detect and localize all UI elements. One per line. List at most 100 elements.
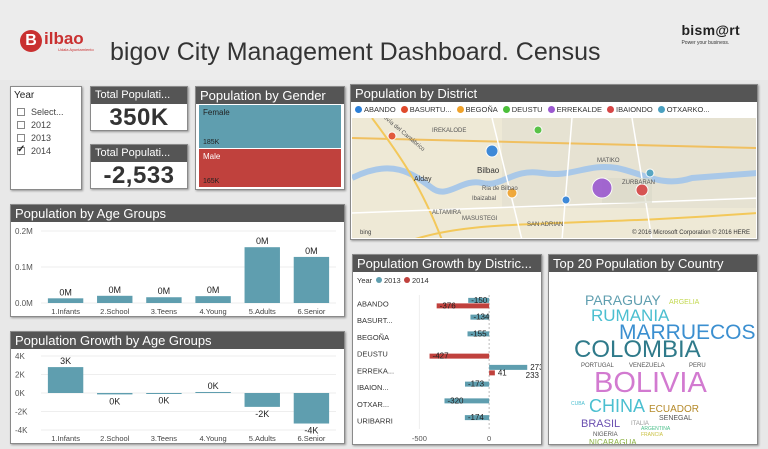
year-option-2012[interactable]: 2012 [17,118,81,131]
bar[interactable] [97,295,133,303]
legend-dot-icon [456,106,464,113]
map-legend-item[interactable]: BASURTU... [400,105,452,114]
kpi-total-growth[interactable]: Total Populati... -2,533 [90,144,188,189]
bar-data-label: 0M [59,287,72,297]
map-label-ria: Ria de Bilbao [482,186,518,192]
gender-male-block[interactable]: Male 165K [199,149,341,187]
year-slicer-title: Year [14,90,35,101]
age-growth-plot: 4K 2K 0K -2K -4K 3K 1.Infants 0K 2.School 0K 3.Tee… [15,352,336,443]
legend-dot-icon [657,106,665,113]
checkbox-icon [17,133,25,142]
brand-name: bism@rt [681,22,740,38]
bar[interactable] [244,247,280,303]
legend-dot-icon [502,106,510,113]
kpi-total-population[interactable]: Total Populati... 350K [90,86,188,131]
bar-data-label: 0K [109,396,120,406]
bar-data-label: -427 [433,352,450,361]
y-category-label: ABANDO [357,299,389,308]
map-legend-item[interactable]: ERREKALDE [547,105,602,114]
gender-female-block[interactable]: Female 185K [199,105,341,148]
bar[interactable] [195,296,231,303]
title-sub: Census [515,38,601,66]
kpi-total-population-title: Total Populati... [91,87,187,104]
x-tick-label: 5.Adults [249,307,276,316]
country-word[interactable]: BRASIL [581,418,620,430]
country-word[interactable]: NICARAGUA [589,438,637,445]
legend-series-label[interactable]: 2013 [384,276,401,285]
country-word[interactable]: FRANCIA [641,432,664,438]
bar[interactable] [244,393,280,407]
district-bubble[interactable] [387,131,397,141]
male-value: 165K [203,178,220,185]
legend-series-label[interactable]: 2014 [412,276,429,285]
district-bubble[interactable] [561,195,571,205]
legend-title: Year [357,276,373,285]
district-growth-title: Population Growth by Distric... [353,255,541,272]
map-legend-item[interactable]: BEGOÑA [456,105,498,114]
district-bubble[interactable] [533,125,543,135]
year-option-2013[interactable]: 2013 [17,131,81,144]
country-word[interactable]: CHINA [589,396,645,416]
year-option-select[interactable]: Select... [17,105,81,118]
x-tick-label: 6.Senior [297,307,325,316]
bar-data-label: -173 [468,380,485,389]
district-bubble[interactable] [645,168,655,178]
district-bubble[interactable] [485,144,499,158]
map-label-san-adrian: SAN ADRIAN [527,222,564,228]
legend-dot-icon [547,106,555,113]
dashboard-header: B ilbao Udala Ayuntamiento bigov City Ma… [0,0,768,80]
map-legend-item[interactable]: IBAIONDO [607,105,653,114]
kpi-total-growth-title: Total Populati... [91,145,187,162]
y-category-label: DEUSTU [357,350,388,359]
bar[interactable] [489,370,495,376]
map-copyright: © 2016 Microsoft Corporation © 2016 HERE [632,230,750,236]
country-word[interactable]: CUBA [571,401,586,407]
bar[interactable] [293,256,330,303]
y-category-label: OTXAR... [357,400,389,409]
female-value: 185K [203,139,220,146]
map-label-ibaizabal: Ibaizabal [472,196,497,202]
bar[interactable] [146,393,182,394]
bar[interactable] [47,367,84,393]
checkbox-icon [17,107,25,116]
year-option-2014[interactable]: 2014 [17,144,81,157]
bar[interactable] [146,297,182,303]
y-category-label: BASURT... [357,316,393,325]
age-groups-chart: Population by Age Groups 0.2M 0.1M 0.0M 0M 1… [10,204,345,317]
y-tick-label: 4K [15,352,25,361]
map-label-irekalode: IREKALODE [432,128,467,134]
country-word[interactable]: ECUADOR [649,404,699,415]
map-legend-item[interactable]: ABANDO [355,105,396,114]
bar-data-label: -150 [471,296,488,305]
logo-name: ilbao [44,29,84,48]
bar-data-label: -320 [447,396,464,405]
map-label-matiko: MATIKO [597,158,620,164]
bar[interactable] [97,393,133,395]
logo-mark: B [20,30,42,52]
bar[interactable] [293,393,330,424]
bar[interactable] [195,391,231,393]
bar-data-label: -134 [473,313,490,322]
district-growth-plot: Year 2013 2014 -500 0 ABANDO BASURT... BEGOÑA DE… [357,276,541,443]
page-title: bigov City Management Dashboard. Census [110,38,601,67]
legend-dot-icon [355,106,362,113]
y-category-label: BEGOÑA [357,333,389,342]
bar-data-label: 0M [256,236,269,246]
bar-data-label: 0M [108,285,121,295]
map-legend-item[interactable]: DEUSTU [502,105,543,114]
country-word-cloud: Top 20 Population by Country PARAGUAY ARG… [548,254,758,445]
country-word[interactable]: COLOMBIA [574,336,701,363]
bar-data-label: 0K [208,381,219,391]
x-tick-label: 3.Teens [151,307,178,316]
country-word[interactable]: BOLIVIA [594,367,707,399]
checkbox-checked-icon [17,144,25,155]
map-legend-item[interactable]: OTXARKO... [657,105,710,114]
legend-label: BEGOÑA [465,105,498,114]
district-bubble[interactable] [591,177,613,199]
country-word[interactable]: SENEGAL [659,415,692,422]
bar[interactable] [47,298,84,303]
legend-dot-icon [607,106,615,113]
bar[interactable] [489,364,528,370]
country-word[interactable]: ARGELIA [669,299,700,306]
map-canvas[interactable]: Bilbao Alday Ria de Bilbao Ibaizabal Aut… [352,118,756,238]
